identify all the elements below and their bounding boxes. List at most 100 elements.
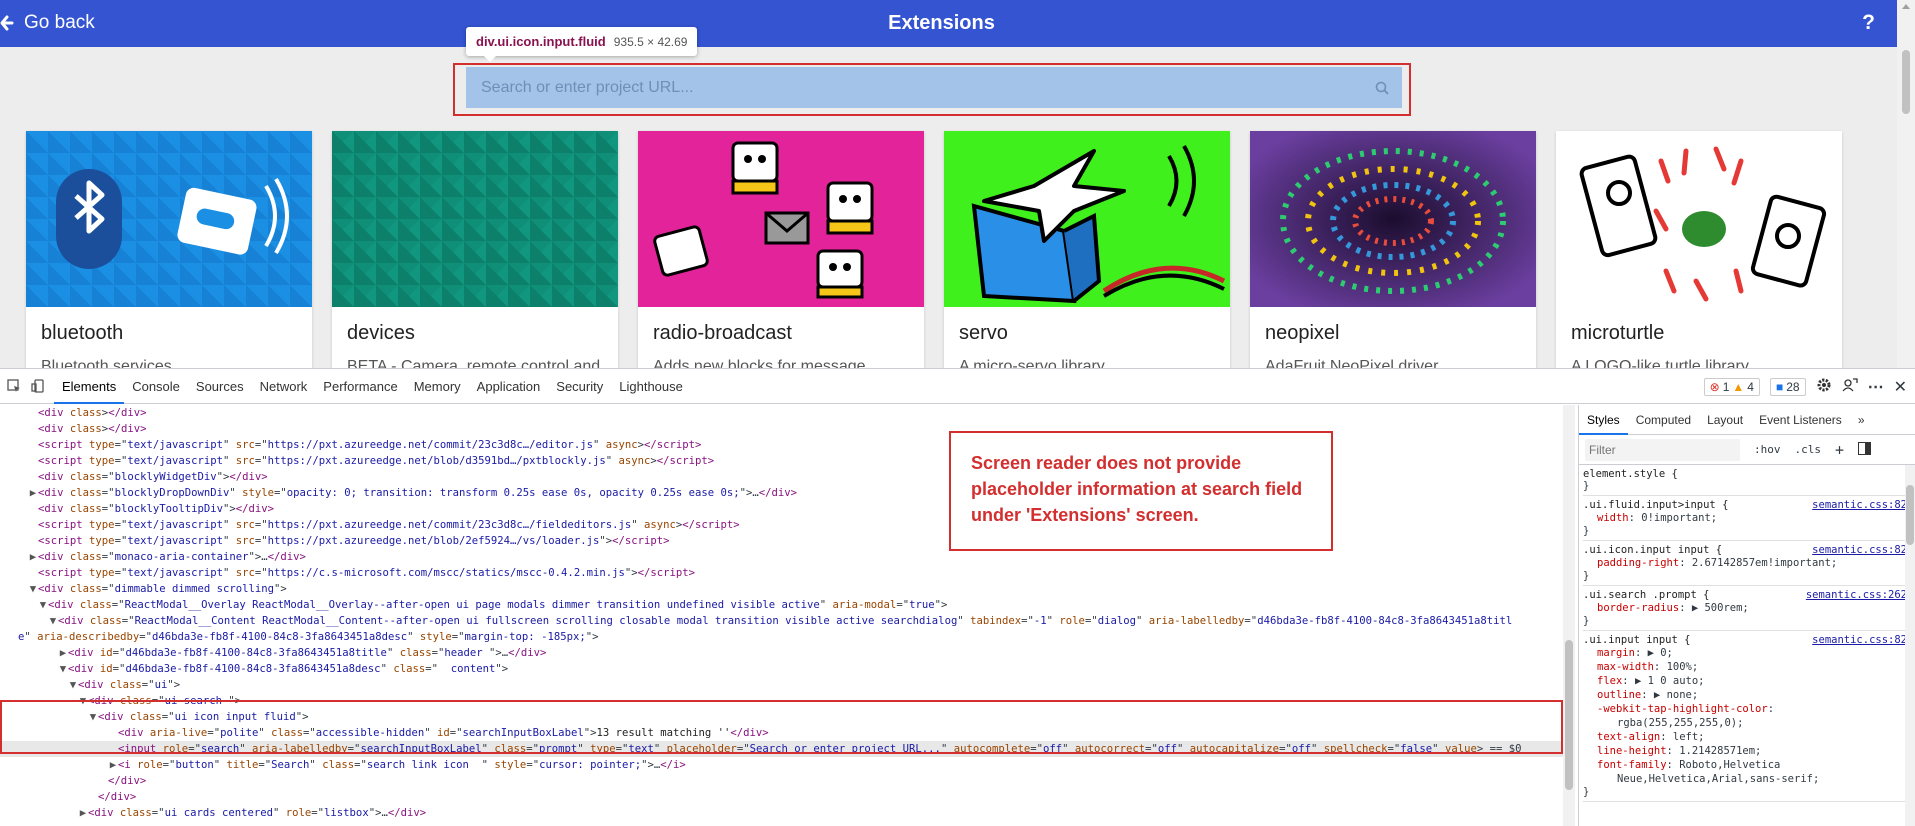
inspect-element-icon[interactable] [4, 376, 24, 396]
css-source-link[interactable]: semantic.css:262 [1806, 589, 1907, 601]
hover-state-toggle[interactable]: :hov [1754, 443, 1781, 456]
collapse-triangle-icon[interactable]: ▼ [48, 613, 58, 629]
css-declaration[interactable]: line-height: 1.21428571em; [1583, 744, 1915, 758]
more-options-icon[interactable]: ⋯ [1868, 377, 1884, 397]
css-declaration[interactable]: font-family: Roboto,Helvetica [1583, 758, 1915, 772]
css-rule[interactable]: element.style {} [1583, 465, 1915, 496]
css-value: rgba(255,255,255,0); [1617, 717, 1744, 729]
tab-security[interactable]: Security [548, 369, 611, 404]
close-devtools-icon[interactable]: ✕ [1894, 377, 1907, 397]
card-title: servo [959, 322, 1008, 344]
collapse-triangle-icon[interactable]: ▼ [38, 597, 48, 613]
feedback-icon[interactable] [1842, 377, 1858, 396]
dom-node-line[interactable]: ▶ <i role="button" title="Search" class="… [0, 757, 1563, 773]
dom-node-line[interactable]: </div> [0, 773, 1563, 789]
settings-gear-icon[interactable] [1816, 377, 1832, 396]
css-value: ▶ 500rem; [1691, 602, 1749, 614]
dom-node-line[interactable]: ▼ <div id="d46bda3e-fb8f-4100-84c8-3fa864… [0, 661, 1563, 677]
css-declaration[interactable]: Neue,Helvetica,Arial,sans-serif; [1583, 772, 1915, 786]
dom-node-line[interactable]: ▼ <div class="ReactModal__Overlay ReactMo… [0, 597, 1563, 613]
tab-performance[interactable]: Performance [315, 369, 405, 404]
tab-sources[interactable]: Sources [188, 369, 252, 404]
expand-triangle-icon[interactable]: ▶ [78, 805, 88, 821]
dom-node-line[interactable]: ▶ <div class="monaco-aria-container">…</d… [0, 549, 1563, 565]
tab-memory[interactable]: Memory [406, 369, 469, 404]
tab-application[interactable]: Application [469, 369, 549, 404]
card-microturtle[interactable]: microturtle A LOGO-like turtle library [1556, 131, 1842, 368]
css-declaration[interactable]: padding-right: 2.67142857em!important; [1583, 556, 1915, 570]
toggle-sidebar-icon[interactable] [1858, 441, 1872, 458]
scrollbar-thumb[interactable] [1565, 640, 1573, 790]
help-icon[interactable]: ? [1862, 11, 1875, 35]
css-colon: : [1660, 731, 1673, 743]
expand-triangle-icon[interactable]: ▶ [28, 549, 38, 565]
dom-node-line[interactable]: </div> [0, 789, 1563, 805]
css-source-link[interactable]: semantic.css:82 [1812, 544, 1907, 556]
css-declaration[interactable]: max-width: 100%; [1583, 660, 1915, 674]
css-rule[interactable]: .ui.icon.input input {semantic.css:82 pad… [1583, 541, 1915, 586]
expand-triangle-icon[interactable]: ▶ [28, 485, 38, 501]
dom-node-markup: <div class="monaco-aria-container">…</di… [38, 551, 306, 563]
css-source-link[interactable]: semantic.css:82 [1812, 499, 1907, 511]
collapse-triangle-icon[interactable]: ▼ [68, 677, 78, 693]
css-rule[interactable]: .ui.search .prompt {semantic.css:262 bord… [1583, 586, 1915, 631]
expand-triangle-icon[interactable]: ▶ [108, 757, 118, 773]
tooltip-dimensions: 935.5 × 42.69 [613, 35, 688, 49]
tab-event-listeners[interactable]: Event Listeners [1751, 405, 1850, 435]
css-declaration[interactable]: flex: ▶ 1 0 auto; [1583, 674, 1915, 688]
scrollbar-thumb[interactable] [1906, 485, 1914, 545]
card-servo[interactable]: servo A micro-servo library [944, 131, 1230, 368]
css-declaration[interactable]: width: 0!important; [1583, 511, 1915, 525]
page-title: Extensions [888, 12, 995, 34]
device-toolbar-icon[interactable] [28, 376, 48, 396]
scroll-up-arrow-icon[interactable] [1902, 4, 1910, 9]
card-radio-broadcast[interactable]: radio-broadcast Adds new blocks for mess… [638, 131, 924, 368]
new-rule-plus-icon[interactable]: + [1835, 441, 1844, 459]
dom-node-line[interactable]: <script type="text/javascript" src="http… [0, 565, 1563, 581]
dom-node-line[interactable]: <div class></div> [0, 405, 1563, 421]
tab-layout[interactable]: Layout [1699, 405, 1751, 435]
css-property: outline [1597, 689, 1642, 701]
css-declaration[interactable]: text-align: left; [1583, 730, 1915, 744]
tab-elements[interactable]: Elements [54, 369, 125, 404]
dom-node-line[interactable]: ▼ <div class="dimmable dimmed scrolling"> [0, 581, 1563, 597]
styles-tabs: Styles Computed Layout Event Listeners » [1579, 405, 1915, 435]
dom-node-line[interactable]: ▶ <div class="ui cards centered" role="li… [0, 805, 1563, 821]
dom-node-line[interactable]: e" aria-describedby="d46bda3e-fb8f-4100-… [0, 629, 1563, 645]
css-declaration[interactable]: rgba(255,255,255,0); [1583, 716, 1915, 730]
css-declaration[interactable]: -webkit-tap-highlight-color: [1583, 702, 1915, 716]
css-declaration[interactable]: outline: ▶ none; [1583, 688, 1915, 702]
dom-tree-scrollbar[interactable] [1563, 405, 1575, 826]
styles-scrollbar[interactable] [1905, 465, 1915, 826]
class-toggle[interactable]: .cls [1795, 443, 1822, 456]
dom-node-line[interactable]: ▼ <div class="ReactModal__Content ReactMo… [0, 613, 1563, 629]
css-source-link[interactable]: semantic.css:82 [1812, 634, 1907, 646]
card-neopixel[interactable]: neopixel AdaFruit NeoPixel driver [1250, 131, 1536, 368]
tab-styles[interactable]: Styles [1579, 405, 1628, 435]
tab-lighthouse[interactable]: Lighthouse [611, 369, 691, 404]
css-rule[interactable]: .ui.input input {semantic.css:82 margin: … [1583, 631, 1915, 802]
dom-node-line[interactable]: ▼ <div class="ui"> [0, 677, 1563, 693]
css-rule[interactable]: .ui.fluid.input>input {semantic.css:82 wi… [1583, 496, 1915, 541]
warning-count: 4 [1747, 379, 1754, 394]
issues-badge[interactable]: ⊗ 1 ▲ 4 [1703, 377, 1760, 396]
styles-filter-input[interactable] [1585, 438, 1740, 461]
card-bluetooth[interactable]: bluetooth Bluetooth services [26, 131, 312, 368]
error-icon: ⊗ [1709, 379, 1720, 394]
tab-network[interactable]: Network [252, 369, 316, 404]
collapse-triangle-icon[interactable]: ▼ [28, 581, 38, 597]
dom-node-markup: <script type="text/javascript" src="http… [38, 519, 740, 531]
card-devices[interactable]: devices BETA - Camera, remote control an… [332, 131, 618, 368]
css-declaration[interactable]: margin: ▶ 0; [1583, 646, 1915, 660]
scrollbar-thumb[interactable] [1902, 50, 1910, 114]
tab-computed[interactable]: Computed [1628, 405, 1699, 435]
more-tabs-icon[interactable]: » [1850, 405, 1873, 435]
dom-node-line[interactable]: ▶ <div id="d46bda3e-fb8f-4100-84c8-3fa864… [0, 645, 1563, 661]
dom-node-markup: </div> [98, 791, 137, 803]
page-scrollbar[interactable] [1897, 0, 1915, 368]
expand-triangle-icon[interactable]: ▶ [58, 645, 68, 661]
tab-console[interactable]: Console [124, 369, 188, 404]
css-declaration[interactable]: border-radius: ▶ 500rem; [1583, 601, 1915, 615]
messages-badge[interactable]: ■ 28 [1769, 377, 1806, 396]
collapse-triangle-icon[interactable]: ▼ [58, 661, 68, 677]
